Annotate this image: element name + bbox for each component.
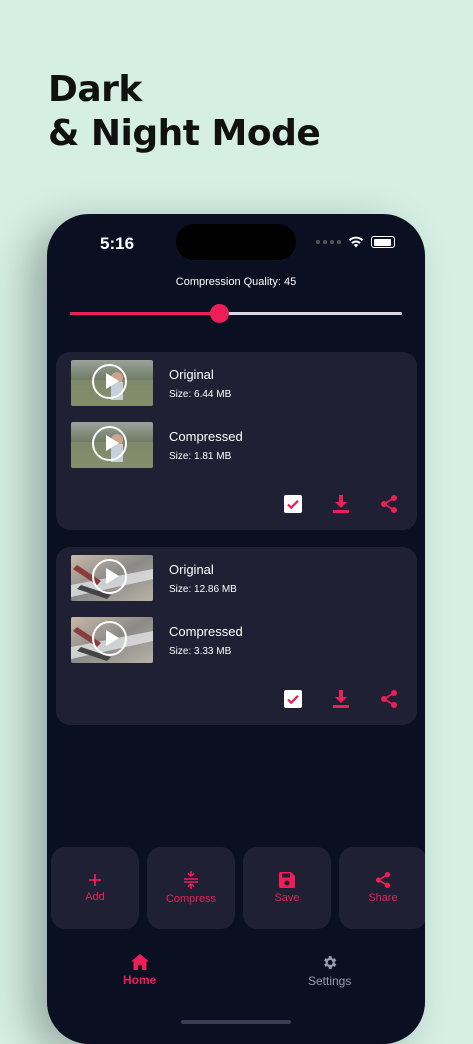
compression-quality-label: Compression Quality: 45 [175,276,297,288]
add-button-label: Add [85,891,105,903]
video-size: Size: 1.81 MB [169,451,232,462]
compress-icon [184,871,198,889]
share-button[interactable] [379,494,399,514]
nav-item-label: Settings [308,974,352,988]
video-thumbnail[interactable] [71,617,153,663]
select-checkbox[interactable] [283,689,303,709]
download-button[interactable] [331,494,351,514]
download-button[interactable] [331,689,351,709]
bottom-action-bar: Add Compress Save Share [51,847,425,929]
signal-icon [316,240,341,244]
video-size: Size: 12.86 MB [169,584,237,595]
save-button[interactable]: Save [243,847,331,929]
checkbox-checked-icon [284,690,302,708]
original-video-row: Original Size: 6.44 MB [71,360,401,406]
slider-fill [70,312,220,315]
play-icon[interactable] [92,364,127,399]
play-icon[interactable] [92,426,127,461]
share-icon [375,872,391,888]
video-thumbnail[interactable] [71,422,153,468]
download-icon [333,495,349,513]
video-card: Original Size: 6.44 MB Compressed Size: … [56,352,417,530]
share-button-label: Share [368,892,398,904]
share-button[interactable] [379,689,399,709]
home-indicator [181,1020,291,1024]
status-time: 5:16 [100,234,135,253]
promo-line-2: & Night Mode [48,113,321,154]
compression-quality-slider[interactable] [70,304,402,323]
video-title: Original [169,367,214,382]
checkbox-checked-icon [284,495,302,513]
status-icons [316,236,395,248]
dynamic-island [176,224,296,260]
original-video-row: Original Size: 12.86 MB [71,555,401,601]
slider-thumb[interactable] [210,304,230,323]
play-icon[interactable] [92,559,127,594]
gear-icon [324,956,337,969]
share-action-button[interactable]: Share [339,847,425,929]
share-icon [381,690,397,708]
save-button-label: Save [274,892,300,904]
nav-item-home[interactable]: Home [123,954,156,987]
compressed-video-row: Compressed Size: 1.81 MB [71,422,401,468]
video-thumbnail[interactable] [71,360,153,406]
wifi-icon [348,236,364,248]
play-icon[interactable] [92,621,127,656]
video-size: Size: 6.44 MB [169,389,232,400]
add-button[interactable]: Add [51,847,139,929]
compress-button-label: Compress [165,893,217,905]
video-title: Compressed [169,624,243,639]
nav-item-label: Home [123,973,157,987]
bottom-navigation: Home Settings [47,954,425,1004]
card-actions [283,689,399,709]
home-icon [130,954,149,970]
compress-button[interactable]: Compress [147,847,235,929]
select-checkbox[interactable] [283,494,303,514]
card-actions [283,494,399,514]
plus-icon [89,874,101,886]
promo-headline: Dark & Night Mode [48,68,321,156]
video-card: Original Size: 12.86 MB Compressed Size:… [56,547,417,725]
video-title: Compressed [169,429,243,444]
compressed-video-row: Compressed Size: 3.33 MB [71,617,401,663]
nav-item-settings[interactable]: Settings [308,954,351,988]
download-icon [333,690,349,708]
promo-line-1: Dark [48,69,142,110]
video-title: Original [169,562,214,577]
battery-icon [371,236,395,248]
save-icon [279,872,295,888]
phone-screen: 5:16 Compression Quality: 45 Original Si… [47,214,425,1044]
video-size: Size: 3.33 MB [169,646,232,657]
share-icon [381,495,397,513]
video-thumbnail[interactable] [71,555,153,601]
